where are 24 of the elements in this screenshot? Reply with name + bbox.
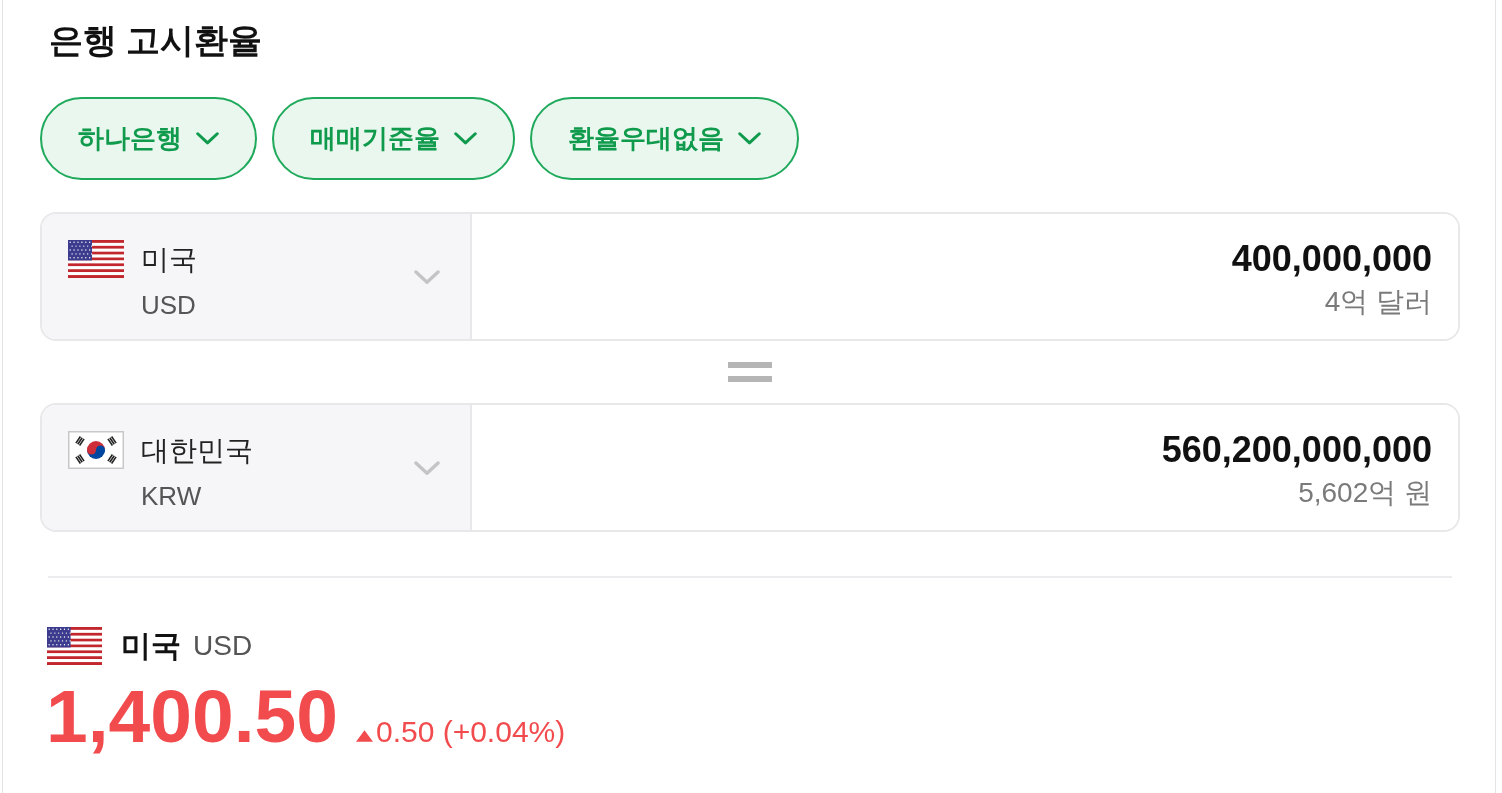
page-title: 은행 고시환율 — [49, 20, 263, 61]
amount-in-words: 5,602억 원 — [1298, 476, 1432, 510]
chevron-down-icon — [454, 132, 477, 145]
currency-code: USD — [141, 289, 196, 322]
amount-value: 400,000,000 — [1231, 237, 1432, 281]
rate-change: 0.50 (+0.04%) — [375, 715, 566, 749]
equals-icon — [728, 362, 772, 382]
chevron-down-icon — [196, 132, 219, 145]
country-name: 대한민국 — [141, 434, 253, 468]
amount-value: 560,200,000,000 — [1161, 428, 1432, 472]
chevron-down-icon — [414, 461, 440, 476]
currency-selector[interactable]: 미국 USD — [42, 214, 472, 339]
flag-icon — [68, 240, 124, 278]
currency-code: KRW — [141, 480, 202, 513]
exchange-rate: 1,400.50 — [46, 674, 338, 758]
flag-icon — [47, 627, 102, 665]
country-name: 미국 — [141, 243, 197, 277]
chevron-down-icon — [738, 132, 761, 145]
country-name: 미국 — [121, 628, 181, 664]
currency-selector[interactable]: 대한민국 KRW — [42, 405, 472, 530]
amount-in-words: 4억 달러 — [1324, 285, 1432, 319]
chevron-down-icon — [414, 270, 440, 285]
flag-icon — [68, 431, 124, 469]
currency-code: USD — [193, 629, 253, 663]
